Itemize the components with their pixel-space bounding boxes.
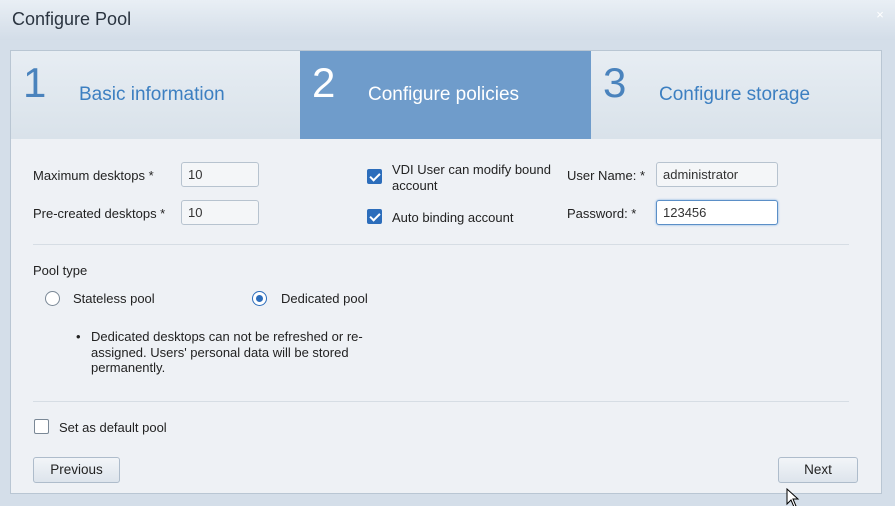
stateless-pool-label: Stateless pool <box>73 291 155 306</box>
max-desktops-label: Maximum desktops * <box>33 168 154 183</box>
username-input[interactable] <box>656 162 778 187</box>
mouse-pointer-icon <box>786 488 800 506</box>
step-configure-policies[interactable]: 2 Configure policies <box>300 51 591 139</box>
pool-type-note: Dedicated desktops can not be refreshed … <box>91 329 363 375</box>
dialog-titlebar: Configure Pool × <box>0 0 895 40</box>
policies-form: Maximum desktops * Pre-created desktops … <box>11 139 881 493</box>
password-label: Password: * <box>567 206 637 221</box>
previous-button[interactable]: Previous <box>33 457 120 483</box>
section-divider <box>33 401 849 402</box>
auto-binding-checkbox[interactable] <box>367 209 382 224</box>
default-pool-label: Set as default pool <box>59 420 167 435</box>
step-number: 2 <box>312 59 336 106</box>
stateless-pool-radio[interactable] <box>45 291 60 306</box>
configure-pool-dialog: Configure Pool × 1 Basic information 2 C… <box>0 0 895 506</box>
username-label: User Name: * <box>567 168 646 183</box>
dialog-title: Configure Pool <box>12 9 132 29</box>
pool-type-heading: Pool type <box>33 263 88 278</box>
max-desktops-input[interactable] <box>181 162 259 187</box>
wizard-panel: 1 Basic information 2 Configure policies… <box>10 50 882 494</box>
wizard-steps: 1 Basic information 2 Configure policies… <box>11 51 881 139</box>
vdi-modify-checkbox[interactable] <box>367 169 382 184</box>
precreated-desktops-label: Pre-created desktops * <box>33 206 166 221</box>
password-input[interactable] <box>656 200 778 225</box>
step-basic-information[interactable]: 1 Basic information <box>11 51 300 139</box>
step-number: 3 <box>603 59 627 106</box>
next-button[interactable]: Next <box>778 457 858 483</box>
step-label: Configure storage <box>659 84 811 105</box>
vdi-modify-label: VDI User can modify bound account <box>392 162 551 193</box>
default-pool-checkbox[interactable] <box>34 419 49 434</box>
auto-binding-label: Auto binding account <box>392 210 514 225</box>
step-label: Basic information <box>79 84 225 105</box>
bullet-icon: • <box>76 329 81 344</box>
dedicated-pool-radio[interactable] <box>252 291 267 306</box>
step-label: Configure policies <box>368 84 520 105</box>
close-icon[interactable]: × <box>873 8 887 22</box>
section-divider <box>33 244 849 245</box>
step-number: 1 <box>23 59 47 106</box>
dedicated-pool-label: Dedicated pool <box>281 291 368 306</box>
precreated-desktops-input[interactable] <box>181 200 259 225</box>
step-configure-storage[interactable]: 3 Configure storage <box>591 51 881 139</box>
